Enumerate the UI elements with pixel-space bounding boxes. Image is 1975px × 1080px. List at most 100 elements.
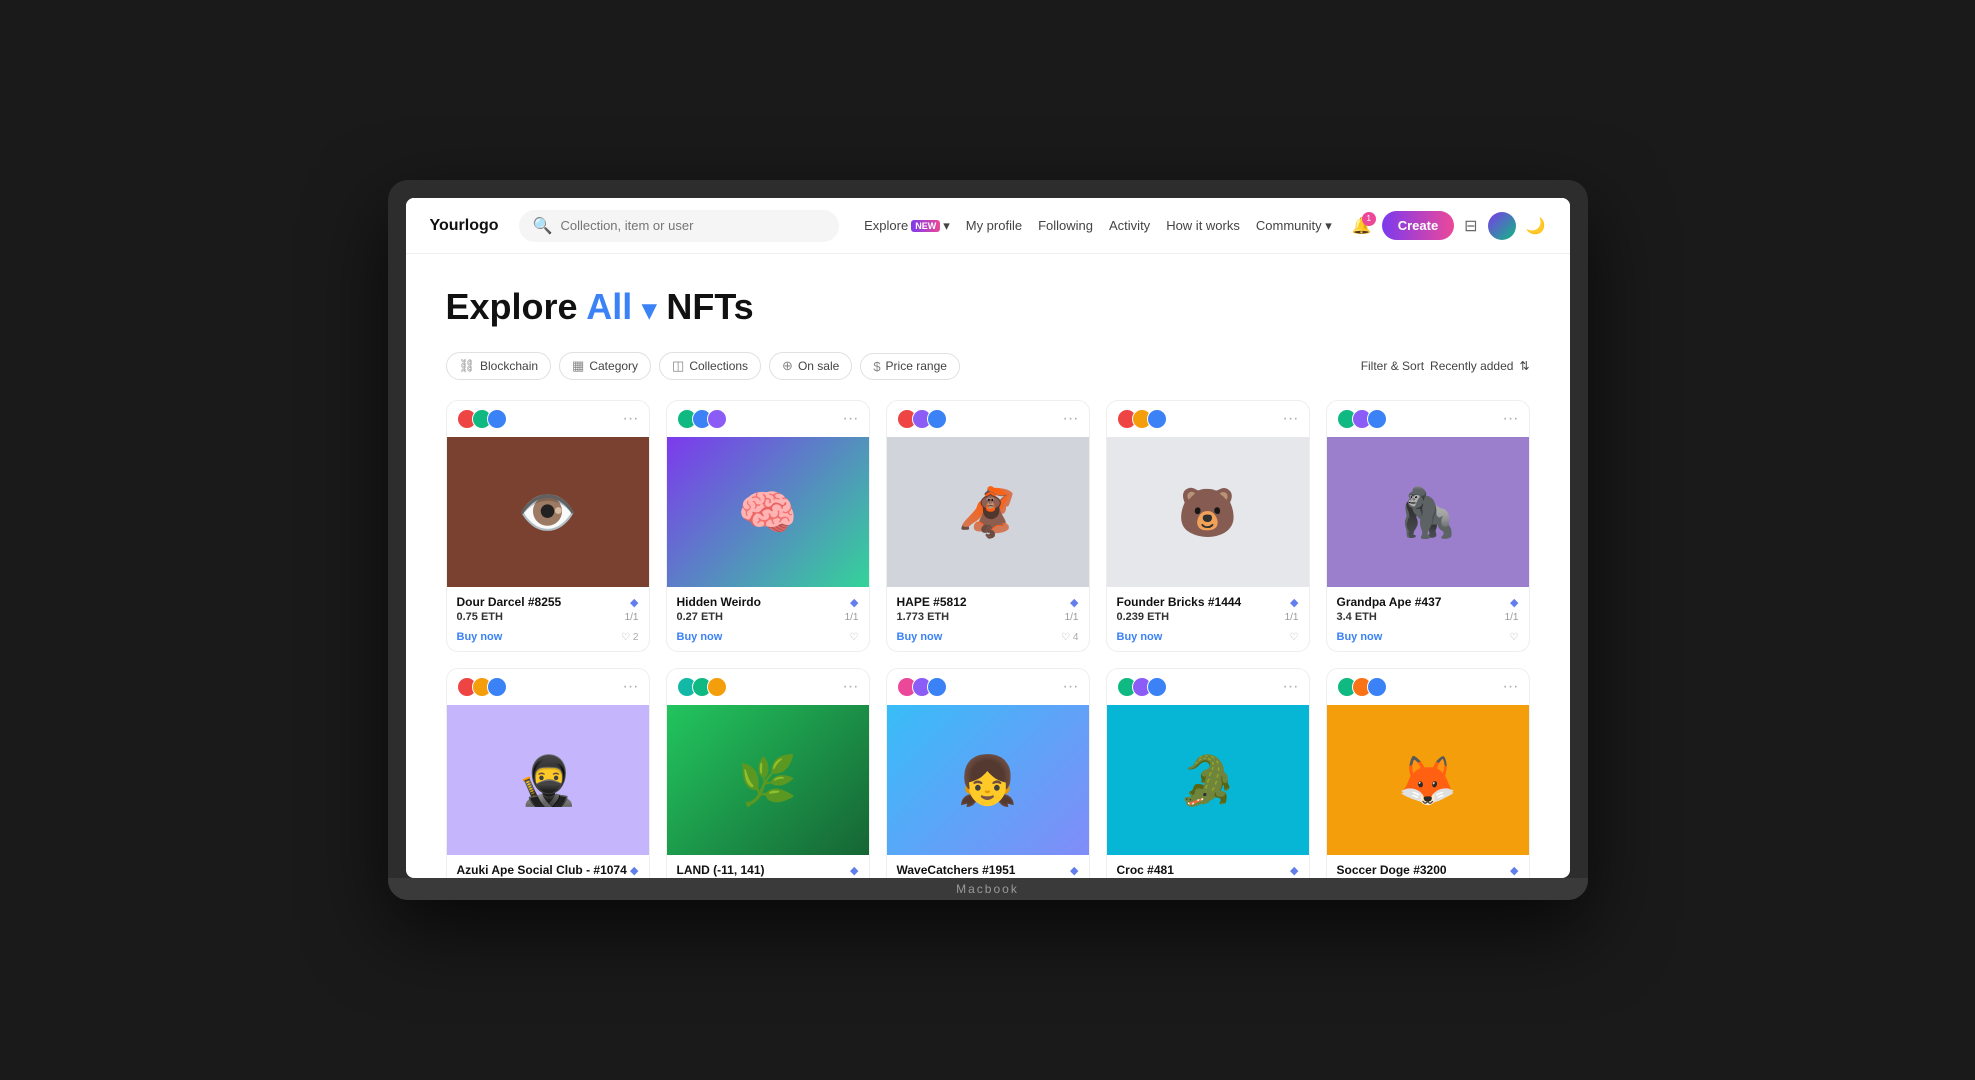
nft-name: WaveCatchers #1951 [897,863,1016,877]
card-more-button[interactable]: ··· [1503,678,1519,696]
card-more-button[interactable]: ··· [623,410,639,428]
nft-edition: 1/1 [1505,612,1519,623]
buy-now-button[interactable]: Buy now [457,631,503,643]
nft-card[interactable]: ··· 🌿 LAND (-11, 141) ◆ 4.8 ETH 1/1 Buy … [666,668,870,878]
buy-now-button[interactable]: Buy now [897,631,943,643]
card-footer: Buy now ♡ 2 [447,627,649,651]
nft-image: 🦊 [1327,705,1529,855]
nft-name: Azuki Ape Social Club - #1074 [457,863,627,877]
page-title: Explore All ▾ NFTs [446,286,1530,328]
nft-price: 1.773 ETH [897,611,950,623]
buy-now-button[interactable]: Buy now [1117,631,1163,643]
card-more-button[interactable]: ··· [1283,678,1299,696]
blockchain-icon: ⛓ [459,358,476,374]
filter-price-range[interactable]: $ Price range [860,353,960,380]
eth-icon: ◆ [1290,864,1298,877]
on-sale-icon: ⊕ [782,358,793,374]
eth-icon: ◆ [630,596,638,609]
nft-card[interactable]: ··· 🧠 Hidden Weirdo ◆ 0.27 ETH 1/1 Buy n… [666,400,870,652]
nft-card[interactable]: ··· 🦊 Soccer Doge #3200 ◆ From 0.059 ETH… [1326,668,1530,878]
nft-card[interactable]: ··· 🐊 Croc #481 ◆ 0.55 ETH 1/1 Buy now ♡ [1106,668,1310,878]
eth-icon: ◆ [1070,596,1078,609]
buy-now-button[interactable]: Buy now [1337,631,1383,643]
like-button[interactable]: ♡ 2 [621,632,638,643]
like-button[interactable]: ♡ [1290,632,1299,643]
card-more-button[interactable]: ··· [623,678,639,696]
card-body: LAND (-11, 141) ◆ 4.8 ETH 1/1 [667,855,869,878]
buy-now-button[interactable]: Buy now [677,631,723,643]
chevron-down-icon: ▾ [1325,218,1332,233]
user-avatar[interactable] [1488,212,1516,240]
create-button[interactable]: Create [1382,211,1454,240]
nft-image: 👁️ [447,437,649,587]
filter-icon[interactable]: ⊟ [1464,216,1477,236]
nav-explore[interactable]: Explore NEW ▾ [864,218,950,234]
nft-name: Hidden Weirdo [677,595,761,609]
card-avatars [1337,677,1382,697]
card-more-button[interactable]: ··· [1283,410,1299,428]
nft-card[interactable]: ··· 👧 WaveCatchers #1951 ◆ 0.23 ETH 1/1 … [886,668,1090,878]
card-avatars [1117,409,1162,429]
eth-icon: ◆ [1070,864,1078,877]
card-title-row: WaveCatchers #1951 ◆ [897,863,1079,877]
card-price-row: 0.239 ETH 1/1 [1117,611,1299,623]
nav-activity[interactable]: Activity [1109,218,1150,233]
nft-name: Dour Darcel #8255 [457,595,562,609]
like-button[interactable]: ♡ [850,632,859,643]
nav-following[interactable]: Following [1038,218,1093,233]
card-more-button[interactable]: ··· [843,410,859,428]
card-title-row: LAND (-11, 141) ◆ [677,863,859,877]
like-button[interactable]: ♡ 4 [1061,632,1078,643]
filter-category[interactable]: ▦ Category [559,352,651,380]
eth-icon: ◆ [630,864,638,877]
card-price-row: 0.27 ETH 1/1 [677,611,859,623]
card-more-button[interactable]: ··· [843,678,859,696]
nft-card[interactable]: ··· 🦧 HAPE #5812 ◆ 1.773 ETH 1/1 Buy now… [886,400,1090,652]
card-footer: Buy now ♡ [1107,627,1309,651]
filter-collections[interactable]: ◫ Collections [659,352,761,380]
nav-how-it-works[interactable]: How it works [1166,218,1240,233]
filter-blockchain[interactable]: ⛓ Blockchain [446,352,552,380]
card-avatar [707,677,727,697]
price-icon: $ [873,359,880,374]
card-avatars [457,677,502,697]
eth-icon: ◆ [1290,596,1298,609]
search-bar[interactable]: 🔍 [519,210,839,242]
nft-name: HAPE #5812 [897,595,967,609]
nav-links: Explore NEW ▾ My profile Following Activ… [864,218,1332,234]
title-arrow[interactable]: ▾ [642,294,656,325]
card-more-button[interactable]: ··· [1063,410,1079,428]
card-body: Azuki Ape Social Club - #1074 ◆ 0.3 ETH … [447,855,649,878]
card-avatar [707,409,727,429]
art-emoji: 🥷 [518,752,578,809]
eth-icon: ◆ [1510,864,1518,877]
filter-on-sale[interactable]: ⊕ On sale [769,352,852,380]
search-input[interactable] [560,218,824,233]
card-avatar [927,677,947,697]
nav-my-profile[interactable]: My profile [966,218,1022,233]
nft-price: 0.75 ETH [457,611,503,623]
card-avatars [897,677,942,697]
title-nfts: NFTs [666,286,753,327]
card-header: ··· [1107,401,1309,437]
dark-mode-icon[interactable]: 🌙 [1526,216,1546,236]
nft-image: 🧠 [667,437,869,587]
nft-image: 🐻 [1107,437,1309,587]
card-more-button[interactable]: ··· [1503,410,1519,428]
filter-sort[interactable]: Filter & Sort Recently added ⇅ [1361,359,1530,373]
eth-icon: ◆ [850,864,858,877]
filters-row: ⛓ Blockchain ▦ Category ◫ Collections ⊕ … [446,352,1530,380]
notifications-bell[interactable]: 🔔 1 [1352,216,1372,236]
nft-card[interactable]: ··· 🐻 Founder Bricks #1444 ◆ 0.239 ETH 1… [1106,400,1310,652]
card-header: ··· [447,669,649,705]
nav-community[interactable]: Community ▾ [1256,218,1332,234]
card-footer: Buy now ♡ [1327,627,1529,651]
nft-card[interactable]: ··· 🥷 Azuki Ape Social Club - #1074 ◆ 0.… [446,668,650,878]
nft-card[interactable]: ··· 👁️ Dour Darcel #8255 ◆ 0.75 ETH 1/1 … [446,400,650,652]
card-price-row: 0.75 ETH 1/1 [457,611,639,623]
like-button[interactable]: ♡ [1510,632,1519,643]
nft-card[interactable]: ··· 🦍 Grandpa Ape #437 ◆ 3.4 ETH 1/1 Buy… [1326,400,1530,652]
card-title-row: Hidden Weirdo ◆ [677,595,859,609]
card-header: ··· [667,669,869,705]
card-more-button[interactable]: ··· [1063,678,1079,696]
